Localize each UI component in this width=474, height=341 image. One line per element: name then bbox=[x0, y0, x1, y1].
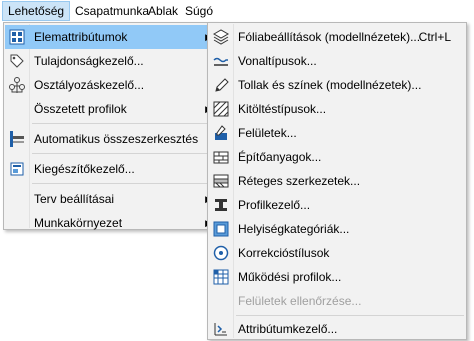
surfaces-icon bbox=[212, 124, 230, 142]
menu-item-tulajdonsagkezelo[interactable]: Tulajdonságkezelő... bbox=[5, 49, 215, 73]
menu-item-korrekciostilusok[interactable]: Korrekcióstílusok bbox=[209, 241, 465, 265]
menu-sugo[interactable]: Súgó bbox=[180, 2, 218, 20]
menu-bar: Lehetőség Csapatmunka Ablak Súgó bbox=[0, 0, 474, 22]
addon-manager-icon bbox=[8, 160, 26, 178]
menu-separator bbox=[32, 123, 214, 124]
menu-item-epitoanyagok[interactable]: Építőanyagok... bbox=[209, 145, 465, 169]
menu-item-reteges-szerkezetek[interactable]: Réteges szerkezetek... bbox=[209, 169, 465, 193]
menu-item-osszetett-profilok[interactable]: Összetett profilok ▶ bbox=[5, 97, 215, 121]
menu-item-munkakornyezet[interactable]: Munkakörnyezet ▶ bbox=[5, 211, 215, 235]
menu-item-mukodesi-profilok[interactable]: Működési profilok... bbox=[209, 265, 465, 289]
menu-item-vonaltipusok[interactable]: Vonaltípusok... bbox=[209, 49, 465, 73]
property-tag-icon bbox=[8, 52, 26, 70]
menu-item-foliabeallitasok[interactable]: Fóliabeállítások (modellnézetek)... Ctrl… bbox=[209, 25, 465, 49]
menu-item-tollak-es-szinek[interactable]: Tollak és színek (modellnézetek)... bbox=[209, 73, 465, 97]
lehetoseg-dropdown: Elemattribútumok ▶ Tulajdonságkezelő... … bbox=[3, 22, 217, 230]
menu-separator bbox=[32, 183, 214, 184]
menu-item-kitolteestipusok[interactable]: Kitöltéstípusok... bbox=[209, 97, 465, 121]
composites-icon bbox=[212, 172, 230, 190]
menu-separator bbox=[32, 153, 214, 154]
menu-item-kiegeszitokezelo[interactable]: Kiegészítőkezelő... bbox=[5, 157, 215, 181]
fill-types-icon bbox=[212, 100, 230, 118]
elemattributumok-submenu: Fóliabeállítások (modellnézetek)... Ctrl… bbox=[207, 22, 467, 340]
building-materials-icon bbox=[212, 148, 230, 166]
layer-settings-icon bbox=[212, 28, 230, 46]
pens-colors-icon bbox=[212, 76, 230, 94]
zone-categories-icon bbox=[212, 220, 230, 238]
operation-profiles-icon bbox=[212, 268, 230, 286]
menu-item-attributumkezelo[interactable]: Attribútumkezelő... bbox=[209, 317, 465, 341]
menu-item-helyisegkategoriak[interactable]: Helyiségkategóriák... bbox=[209, 217, 465, 241]
menu-csapatmunka[interactable]: Csapatmunka bbox=[70, 2, 154, 20]
auto-intersection-icon bbox=[8, 130, 26, 148]
menu-item-terv-beallitasai[interactable]: Terv beállításai ▶ bbox=[5, 187, 215, 211]
menu-item-automatikus-osszeszerkesztes[interactable]: Automatikus összeszerkesztés bbox=[5, 127, 215, 151]
classification-tree-icon bbox=[8, 76, 26, 94]
menu-item-feluletek-ellenorzese[interactable]: Felületek ellenőrzése... bbox=[209, 289, 465, 313]
markup-styles-icon bbox=[212, 244, 230, 262]
element-attributes-icon bbox=[8, 28, 26, 46]
attribute-manager-icon bbox=[212, 320, 230, 338]
menu-item-elemattributumok[interactable]: Elemattribútumok ▶ bbox=[5, 25, 215, 49]
menu-item-feluletek[interactable]: Felületek... bbox=[209, 121, 465, 145]
menu-ablak[interactable]: Ablak bbox=[143, 2, 183, 20]
profile-manager-icon bbox=[212, 196, 230, 214]
menu-item-osztalyozaskezelo[interactable]: Osztályozáskezelő... bbox=[5, 73, 215, 97]
menu-separator bbox=[236, 315, 464, 316]
line-types-icon bbox=[212, 52, 230, 70]
menu-item-profilkezelo[interactable]: Profilkezelő... bbox=[209, 193, 465, 217]
menu-lehetoseg[interactable]: Lehetőség bbox=[2, 1, 71, 21]
